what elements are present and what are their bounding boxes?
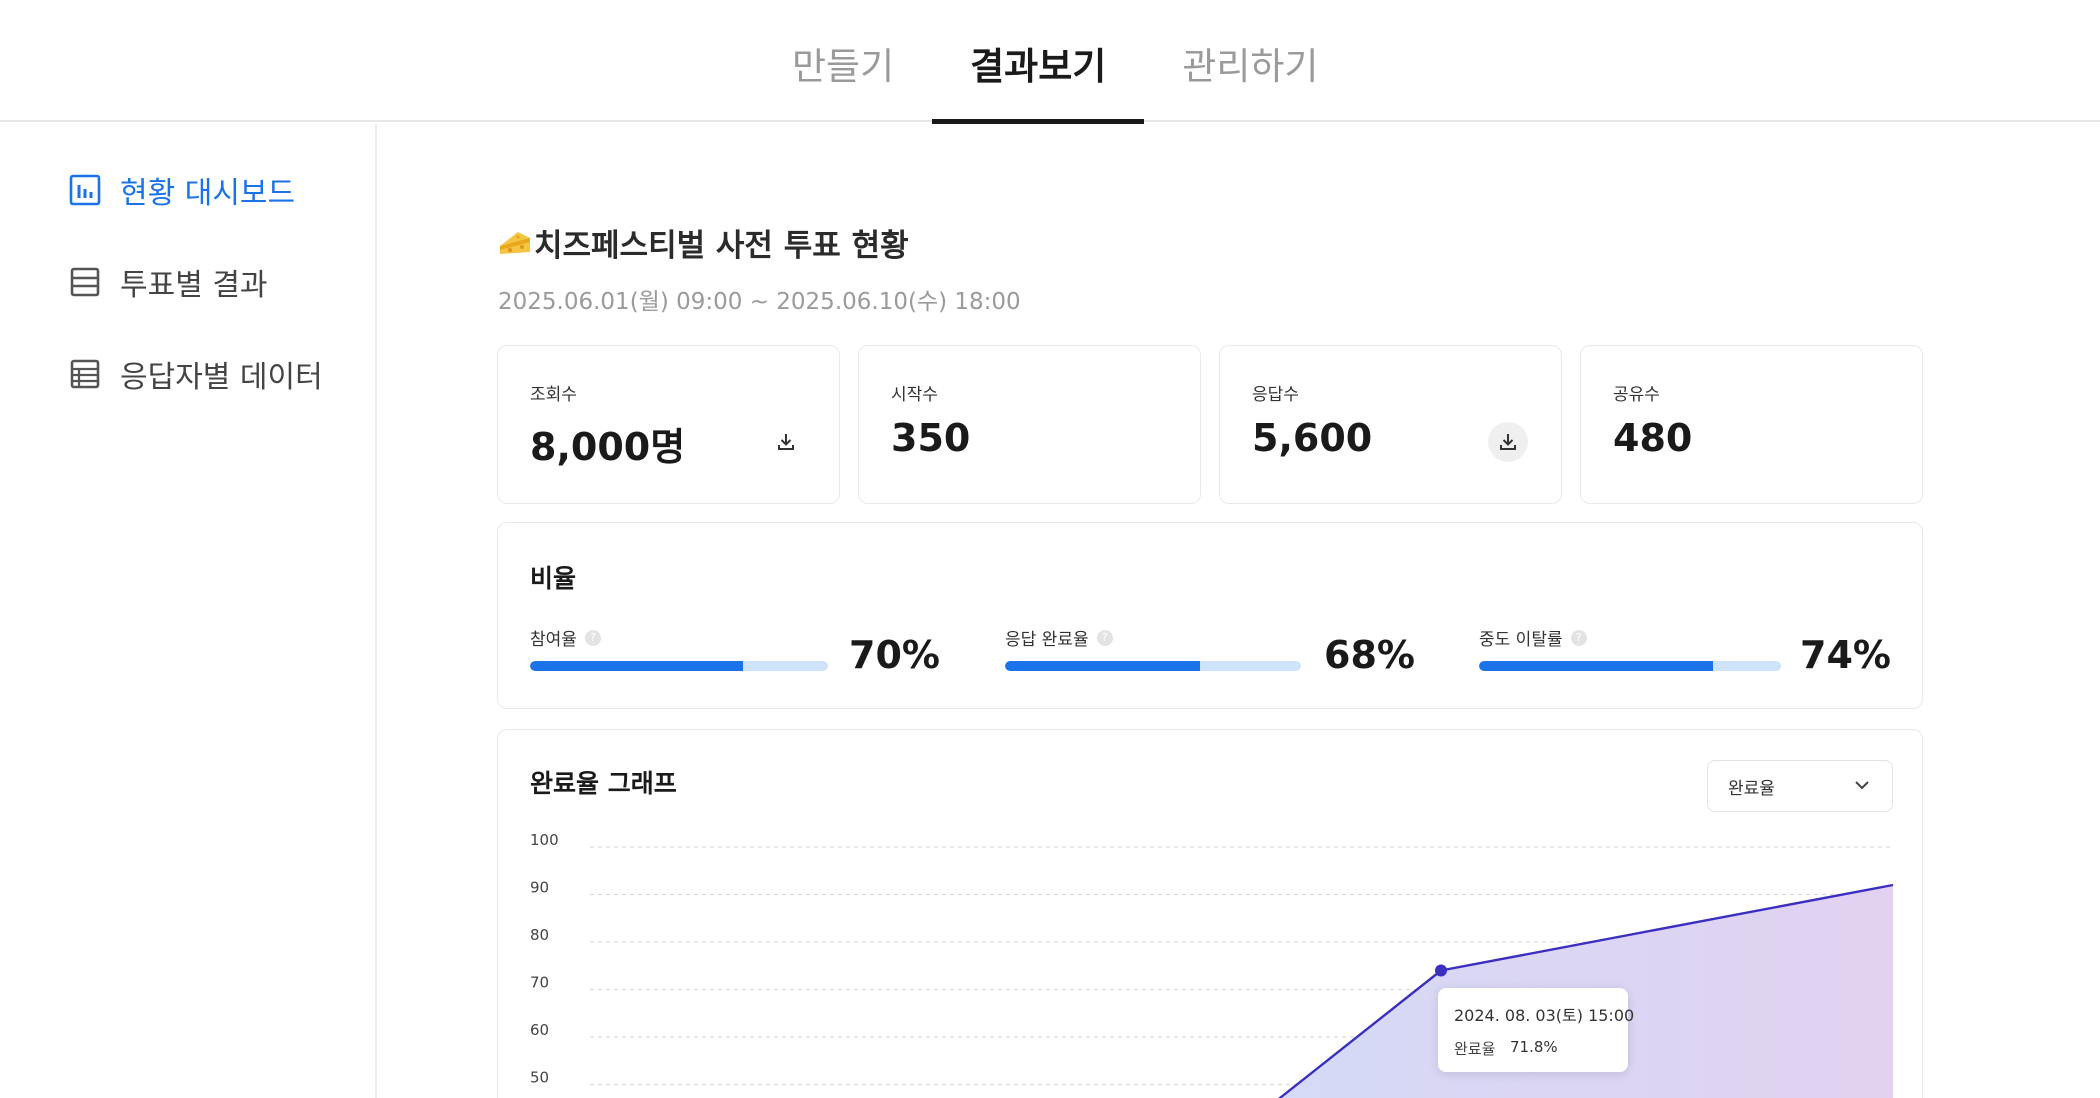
stat-value: 480	[1613, 416, 1693, 460]
stat-card-responses: 응답수 5,600	[1219, 345, 1562, 504]
rate-title: 비율	[530, 564, 577, 593]
completion-chart: 100 90 80 70 60 50	[530, 831, 1894, 1098]
y-tick-label: 70	[530, 974, 549, 992]
rate-label-text: 응답 완료율	[1005, 630, 1089, 650]
help-icon[interactable]: ?	[1096, 629, 1113, 646]
sidebar: 현황 대시보드 투표별 결과 응답자별 데이터	[0, 124, 377, 1098]
tab-list: 만들기 결과보기 관리하기	[754, 0, 1346, 124]
tab-manage[interactable]: 관리하기	[1144, 0, 1356, 122]
top-navigation: 만들기 결과보기 관리하기	[0, 0, 2100, 124]
progress-bar	[1005, 661, 1301, 671]
sidebar-item-respondent-data[interactable]: 응답자별 데이터	[68, 352, 323, 396]
y-tick-label: 90	[530, 879, 549, 897]
sidebar-item-vote-results[interactable]: 투표별 결과	[68, 260, 268, 304]
sidebar-item-label: 현황 대시보드	[120, 176, 296, 211]
rate-label: 응답 완료율 ?	[1005, 625, 1113, 650]
sidebar-item-dashboard[interactable]: 현황 대시보드	[68, 168, 295, 212]
rate-participation: 참여율 ? 70%	[530, 625, 940, 685]
rate-label: 참여율 ?	[530, 625, 601, 650]
y-tick-label: 100	[530, 831, 559, 849]
stat-label: 시작수	[891, 385, 938, 405]
page-title: 치즈페스티벌 사전 투표 현황	[498, 220, 909, 265]
rate-label-text: 중도 이탈률	[1479, 630, 1563, 650]
stat-label: 조회수	[530, 385, 577, 405]
sidebar-item-label: 응답자별 데이터	[120, 360, 323, 395]
rate-value: 74%	[1800, 633, 1891, 677]
rate-value: 70%	[849, 633, 940, 677]
sidebar-item-label: 투표별 결과	[120, 268, 268, 303]
chart-tooltip: 2024. 08. 03(토) 15:00 완료율 71.8%	[1438, 988, 1634, 1072]
progress-fill	[1479, 661, 1714, 671]
progress-bar	[1479, 661, 1781, 671]
y-tick-label: 50	[530, 1069, 549, 1087]
cheese-icon	[500, 231, 530, 254]
stat-value: 5,600	[1252, 416, 1373, 460]
progress-fill	[530, 661, 744, 671]
tooltip-label: 완료율	[1454, 1040, 1496, 1058]
y-tick-label: 80	[530, 926, 549, 944]
stat-label: 공유수	[1613, 385, 1660, 405]
progress-bar	[530, 661, 828, 671]
progress-fill	[1005, 661, 1201, 671]
bar-chart-icon	[69, 174, 101, 206]
rate-completion: 응답 완료율 ? 68%	[1005, 625, 1415, 685]
tab-results[interactable]: 결과보기	[932, 0, 1145, 124]
rate-label-text: 참여율	[530, 630, 577, 650]
stat-value: 8,000명	[530, 425, 686, 469]
download-responses-button[interactable]	[1488, 422, 1528, 462]
tab-create[interactable]: 만들기	[754, 0, 932, 122]
stat-card-views: 조회수 8,000명	[497, 345, 840, 504]
help-icon[interactable]: ?	[1570, 629, 1587, 646]
table-icon	[70, 359, 100, 389]
page-title-text: 치즈페스티벌 사전 투표 현황	[534, 228, 909, 264]
stat-label: 응답수	[1252, 385, 1299, 405]
download-views-button[interactable]	[766, 422, 806, 462]
vote-period: 2025.06.01(월) 09:00 ~ 2025.06.10(수) 18:0…	[498, 289, 1021, 315]
rate-dropout: 중도 이탈률 ? 74%	[1479, 625, 1891, 685]
stat-card-shares: 공유수 480	[1580, 345, 1923, 504]
rate-label: 중도 이탈률 ?	[1479, 625, 1587, 650]
list-icon	[70, 267, 100, 297]
rate-value: 68%	[1324, 633, 1415, 677]
stat-value: 350	[891, 416, 971, 460]
graph-card: 완료율 그래프 완료율 100 90 80 70 60 50 2024. 08. 03(토…	[497, 729, 1923, 1098]
data-point[interactable]	[1435, 964, 1447, 977]
y-tick-label: 60	[530, 1021, 549, 1039]
tooltip-date: 2024. 08. 03(토) 15:00	[1454, 1006, 1635, 1025]
stat-card-starts: 시작수 350	[858, 345, 1201, 504]
main-content: 치즈페스티벌 사전 투표 현황 2025.06.01(월) 09:00 ~ 20…	[378, 124, 2100, 1098]
download-icon	[778, 434, 794, 450]
tooltip-value: 71.8%	[1510, 1038, 1558, 1056]
download-icon	[1500, 434, 1516, 450]
rate-card: 비율 참여율 ? 70% 응답 완료율 ? 68% 중도 이탈률 ? 74%	[497, 522, 1923, 709]
help-icon[interactable]: ?	[584, 629, 601, 646]
